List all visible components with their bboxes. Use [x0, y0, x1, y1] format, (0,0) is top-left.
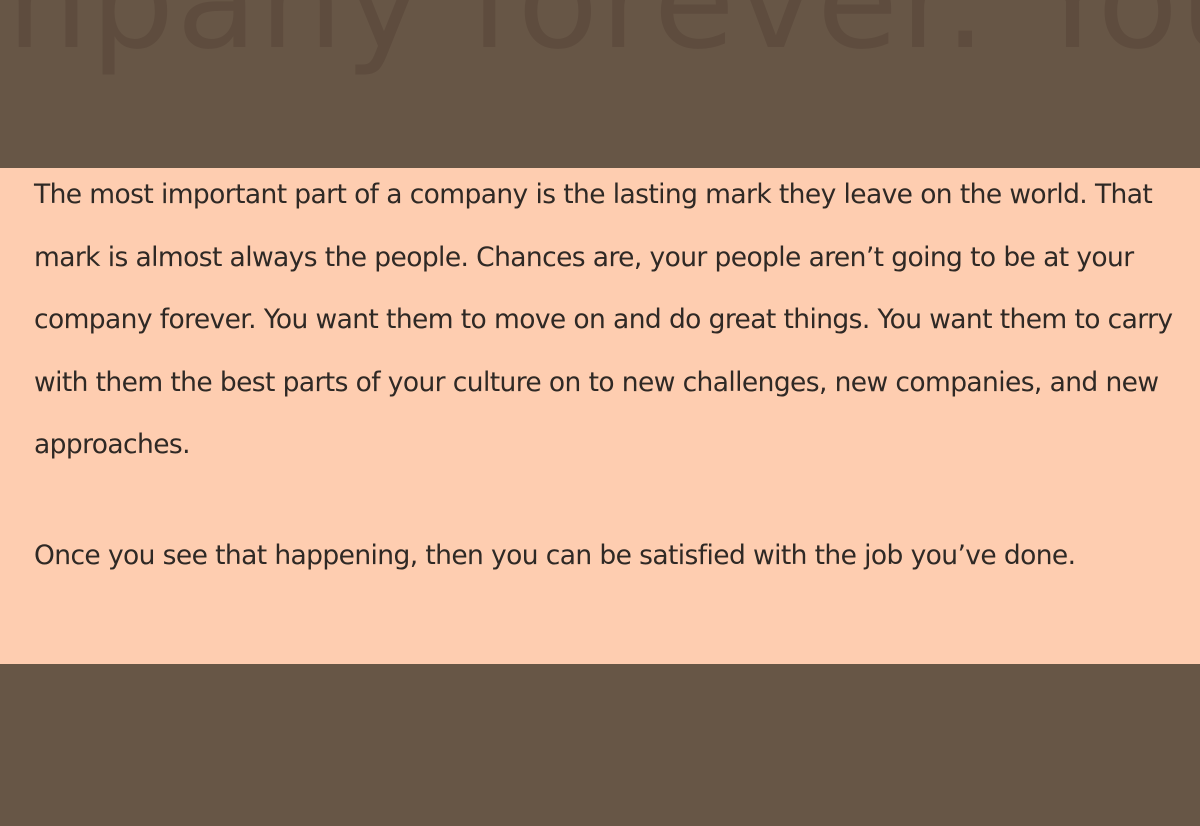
faded-background-text: mpany forever. You	[0, 0, 1200, 79]
paragraph-1: The most important part of a company is …	[34, 179, 1173, 460]
paragraph-2: Once you see that happening, then you ca…	[34, 540, 1076, 571]
